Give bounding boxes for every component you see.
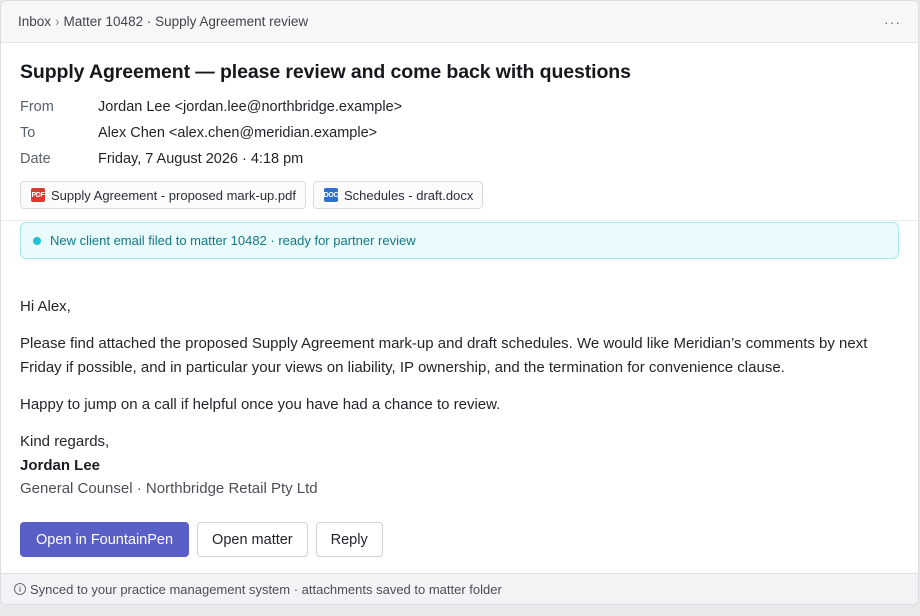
signer-role: General Counsel · Northbridge Retail Pty… bbox=[20, 480, 318, 497]
email-subject: Supply Agreement — please review and com… bbox=[20, 61, 631, 83]
status-banner: New client email filed to matter 10482 ·… bbox=[20, 222, 899, 259]
breadcrumb-current: Matter 10482 · Supply Agreement review bbox=[63, 14, 309, 29]
top-bar: Inbox › Matter 10482 · Supply Agreement … bbox=[1, 1, 918, 43]
breadcrumb: Inbox › Matter 10482 · Supply Agreement … bbox=[18, 14, 308, 29]
reply-button[interactable]: Reply bbox=[315, 522, 383, 557]
date-label: Date bbox=[20, 151, 51, 167]
to-value: Alex Chen <alex.chen@meridian.example> bbox=[98, 125, 378, 141]
open-in-fountainpen-button[interactable]: Open in FountainPen bbox=[20, 522, 190, 557]
breadcrumb-inbox[interactable]: Inbox bbox=[18, 14, 51, 29]
more-options-icon[interactable]: ··· bbox=[884, 14, 901, 30]
info-icon: i bbox=[14, 583, 26, 595]
open-matter-button[interactable]: Open matter bbox=[197, 522, 308, 557]
attachment-docx[interactable]: DOC Schedules - draft.docx bbox=[312, 181, 484, 209]
signature: Kind regards, Jordan Lee General Counsel… bbox=[20, 430, 899, 501]
from-value: Jordan Lee <jordan.lee@northbridge.examp… bbox=[98, 99, 403, 115]
date-row: Date Friday, 7 August 2026 · 4:18 pm bbox=[20, 146, 899, 172]
to-label: To bbox=[20, 125, 36, 141]
closing: Kind regards, bbox=[20, 433, 110, 450]
from-label: From bbox=[20, 99, 54, 115]
pdf-file-icon: PDF bbox=[31, 188, 45, 202]
body-paragraph: Please find attached the proposed Supply… bbox=[20, 335, 868, 376]
attachment-name: Schedules - draft.docx bbox=[343, 187, 474, 203]
attachment-name: Supply Agreement - proposed mark-up.pdf bbox=[51, 187, 296, 203]
sync-footer: i Synced to your practice management sys… bbox=[1, 573, 918, 604]
signer-name: Jordan Lee bbox=[20, 456, 101, 474]
status-banner-text: New client email filed to matter 10482 ·… bbox=[50, 233, 416, 248]
status-dot-icon bbox=[33, 236, 41, 245]
email-header: Supply Agreement — please review and com… bbox=[1, 43, 918, 209]
sync-status-text: Synced to your practice management syste… bbox=[30, 581, 502, 597]
date-value: Friday, 7 August 2026 · 4:18 pm bbox=[98, 151, 304, 167]
greeting: Hi Alex, bbox=[20, 298, 71, 315]
breadcrumb-separator: › bbox=[55, 14, 60, 29]
body-paragraph: Happy to jump on a call if helpful once … bbox=[20, 396, 501, 413]
action-buttons: Open in FountainPen Open matter Reply bbox=[20, 522, 383, 557]
attachment-pdf[interactable]: PDF Supply Agreement - proposed mark-up.… bbox=[20, 181, 306, 209]
header-divider bbox=[1, 220, 918, 221]
email-body: Hi Alex, Please find attached the propos… bbox=[1, 259, 918, 501]
email-window: Inbox › Matter 10482 · Supply Agreement … bbox=[0, 0, 919, 605]
to-row: To Alex Chen <alex.chen@meridian.example… bbox=[20, 120, 899, 146]
from-row: From Jordan Lee <jordan.lee@northbridge.… bbox=[20, 94, 899, 120]
docx-file-icon: DOC bbox=[324, 188, 339, 202]
attachments-list: PDF Supply Agreement - proposed mark-up.… bbox=[20, 181, 899, 209]
